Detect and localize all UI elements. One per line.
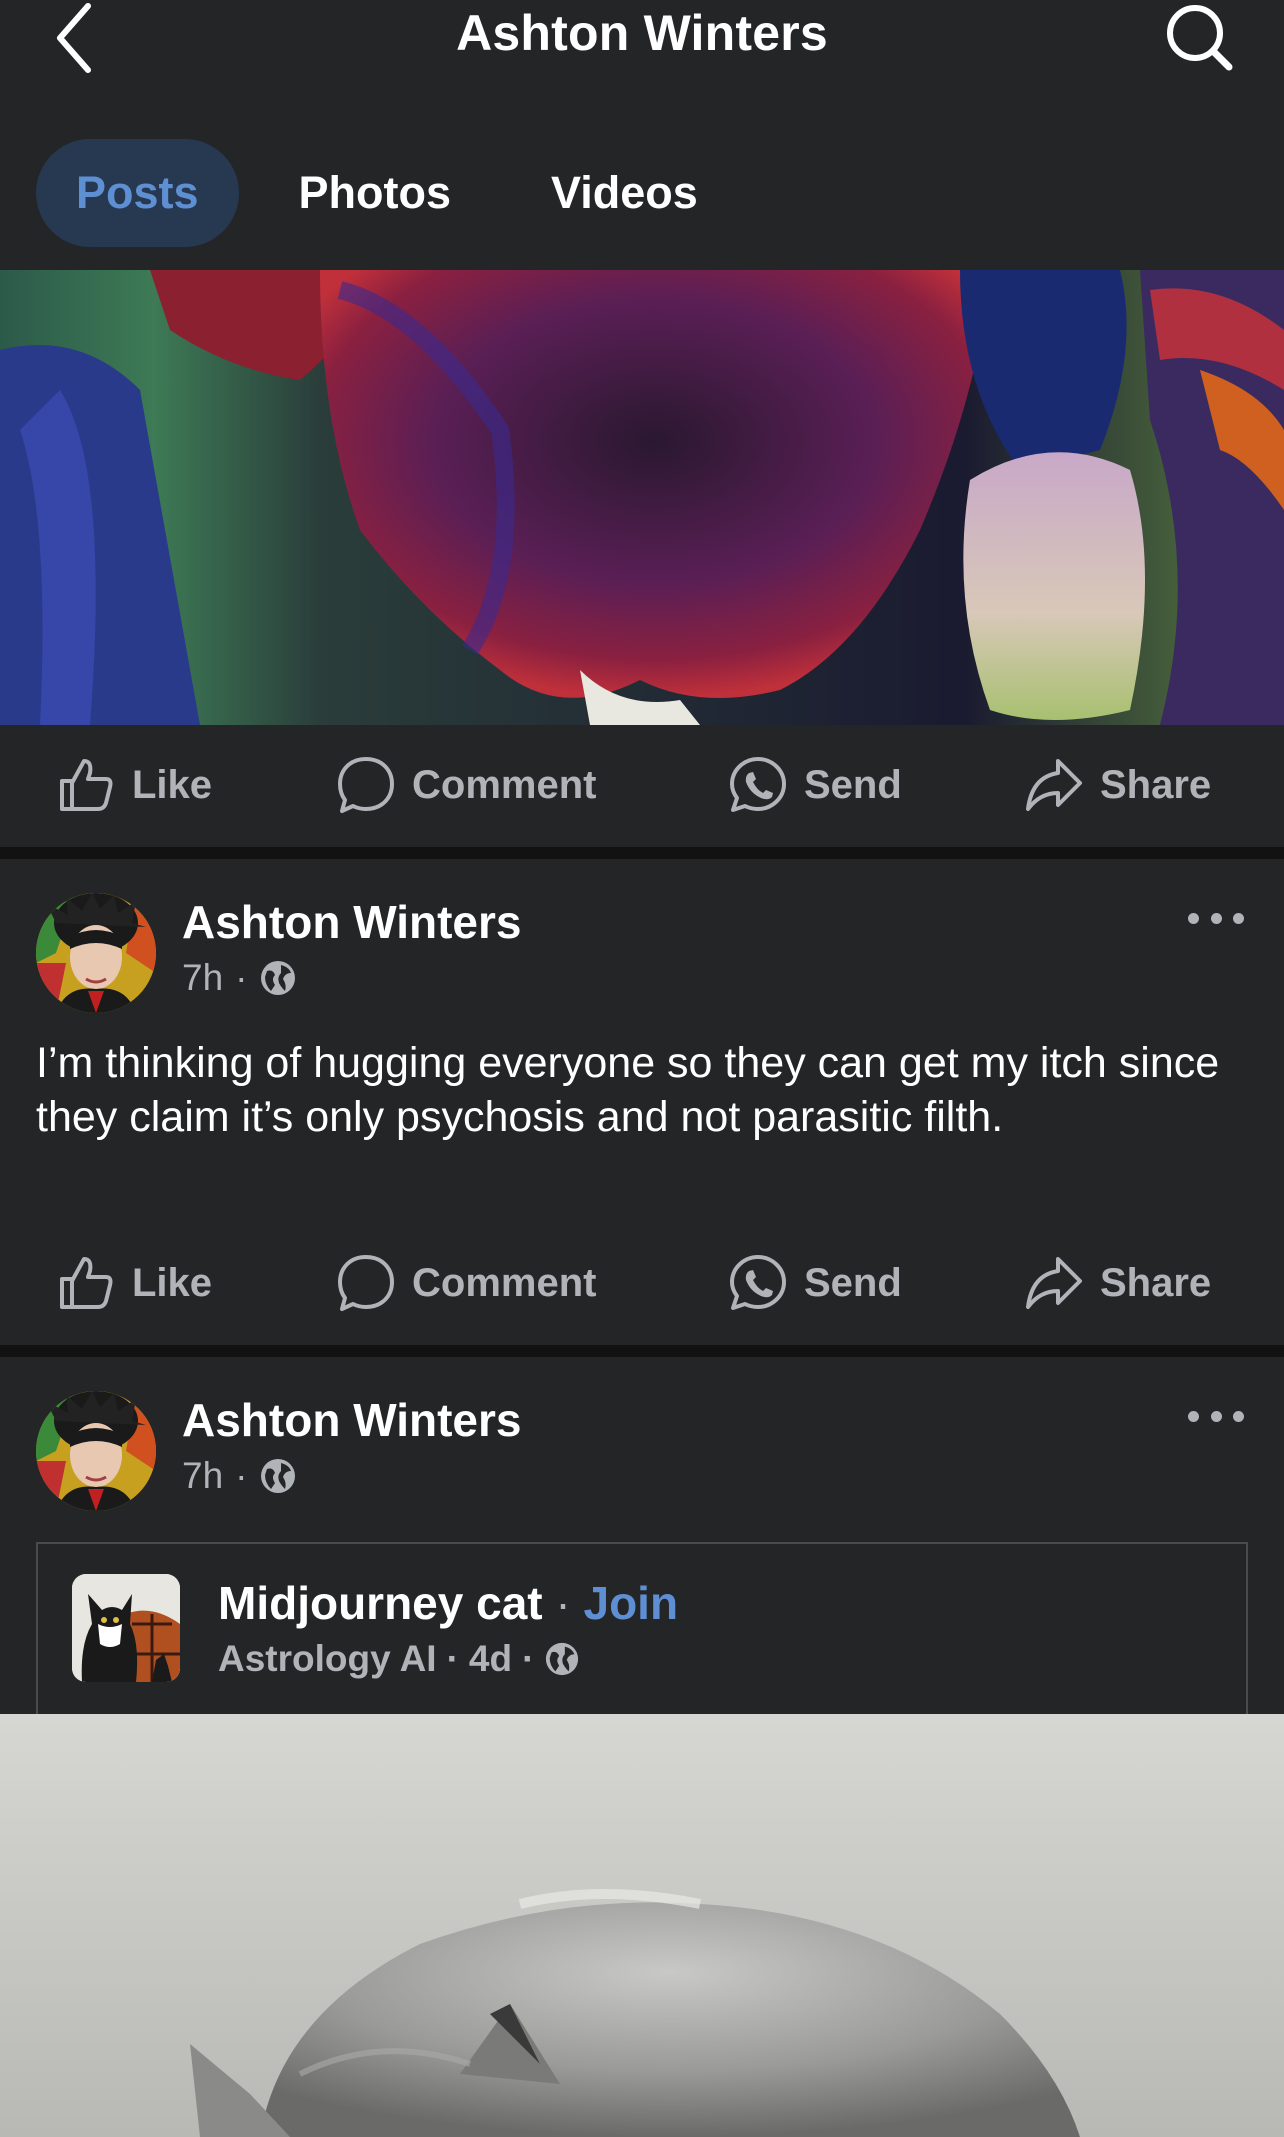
post-actions: Like Comment Send Share: [0, 1223, 1284, 1343]
comment-button[interactable]: Comment: [336, 1223, 596, 1343]
post-image-cat[interactable]: [0, 1714, 1284, 2137]
share-button[interactable]: Share: [1024, 1223, 1211, 1343]
comment-icon: [338, 1255, 394, 1311]
more-options-button[interactable]: [1188, 903, 1244, 933]
post-text: I’m thinking of hugging everyone so they…: [36, 1039, 1220, 1141]
dot-icon: [1210, 912, 1222, 924]
globe-icon: [261, 961, 296, 995]
like-button[interactable]: Like: [56, 1223, 212, 1343]
more-options-button[interactable]: [1188, 1401, 1244, 1431]
like-button[interactable]: Like: [56, 725, 212, 845]
join-button[interactable]: Join: [584, 1577, 679, 1629]
feed-divider: [0, 847, 1284, 859]
post-actions: Like Comment Send Share: [0, 725, 1284, 845]
avatar[interactable]: [36, 1391, 156, 1511]
share-button[interactable]: Share: [1024, 725, 1211, 845]
send-label: Send: [804, 1260, 902, 1305]
post-time: 7h: [182, 1455, 224, 1496]
send-button[interactable]: Send: [728, 1223, 902, 1343]
group-name-link[interactable]: Midjourney cat: [218, 1577, 543, 1629]
tab-photos[interactable]: Photos: [259, 139, 492, 247]
post-meta: 7h ·: [182, 1455, 297, 1497]
globe-icon: [546, 1642, 579, 1676]
top-bar: Ashton Winters: [0, 0, 1284, 120]
post-author[interactable]: Ashton Winters: [182, 895, 521, 949]
shared-age: 4d: [468, 1638, 513, 1679]
tab-videos[interactable]: Videos: [511, 139, 738, 247]
post-header: Ashton Winters 7h ·: [0, 893, 1284, 1023]
comment-label: Comment: [412, 1260, 597, 1305]
thumbs-up-icon: [60, 1257, 113, 1309]
dot-icon: [1233, 912, 1244, 924]
page-title: Ashton Winters: [456, 5, 828, 61]
meta-separator: ·: [522, 1638, 535, 1679]
comment-button[interactable]: Comment: [336, 725, 596, 845]
post-meta: 7h ·: [182, 957, 297, 999]
group-meta: Astrology AI · 4d ·: [218, 1638, 580, 1680]
meta-separator: ·: [235, 1455, 248, 1496]
post-header: Ashton Winters 7h ·: [0, 1391, 1284, 1521]
dot-icon: [1188, 1410, 1199, 1422]
send-label: Send: [804, 762, 902, 807]
thumbs-up-icon: [60, 759, 113, 811]
whatsapp-icon: [730, 757, 786, 812]
profile-page: Ashton Winters Posts Photos Videos Like …: [0, 0, 1284, 2137]
whatsapp-icon: [730, 1255, 786, 1310]
post-author[interactable]: Ashton Winters: [182, 1393, 521, 1447]
post-image-iris[interactable]: [0, 270, 1284, 725]
meta-separator: ·: [235, 957, 248, 998]
comment-icon: [338, 757, 394, 813]
meta-separator: ·: [446, 1638, 459, 1679]
group-title: Midjourney cat · Join: [218, 1576, 678, 1630]
profile-tabs: Posts Photos Videos: [36, 138, 738, 248]
share-icon: [1026, 759, 1082, 811]
share-label: Share: [1100, 1260, 1212, 1305]
share-icon: [1026, 1257, 1082, 1309]
search-icon: [1167, 5, 1233, 71]
dot-icon: [1188, 912, 1199, 924]
group-thumbnail[interactable]: [72, 1574, 180, 1682]
tab-posts[interactable]: Posts: [36, 139, 239, 247]
send-button[interactable]: Send: [728, 725, 902, 845]
dot-icon: [1210, 1410, 1222, 1422]
avatar[interactable]: [36, 893, 156, 1013]
group-subtitle[interactable]: Astrology AI: [218, 1638, 437, 1680]
post-time: 7h: [182, 957, 224, 998]
comment-label: Comment: [412, 762, 597, 807]
like-label: Like: [132, 762, 213, 807]
search-button[interactable]: [1160, 0, 1240, 76]
group-separator: ·: [555, 1577, 571, 1629]
dot-icon: [1233, 1410, 1244, 1422]
share-label: Share: [1100, 762, 1212, 807]
like-label: Like: [132, 1260, 213, 1305]
feed-divider: [0, 1345, 1284, 1357]
globe-icon: [261, 1459, 296, 1493]
shared-post-card[interactable]: Midjourney cat · Join Astrology AI · 4d …: [36, 1542, 1248, 1714]
